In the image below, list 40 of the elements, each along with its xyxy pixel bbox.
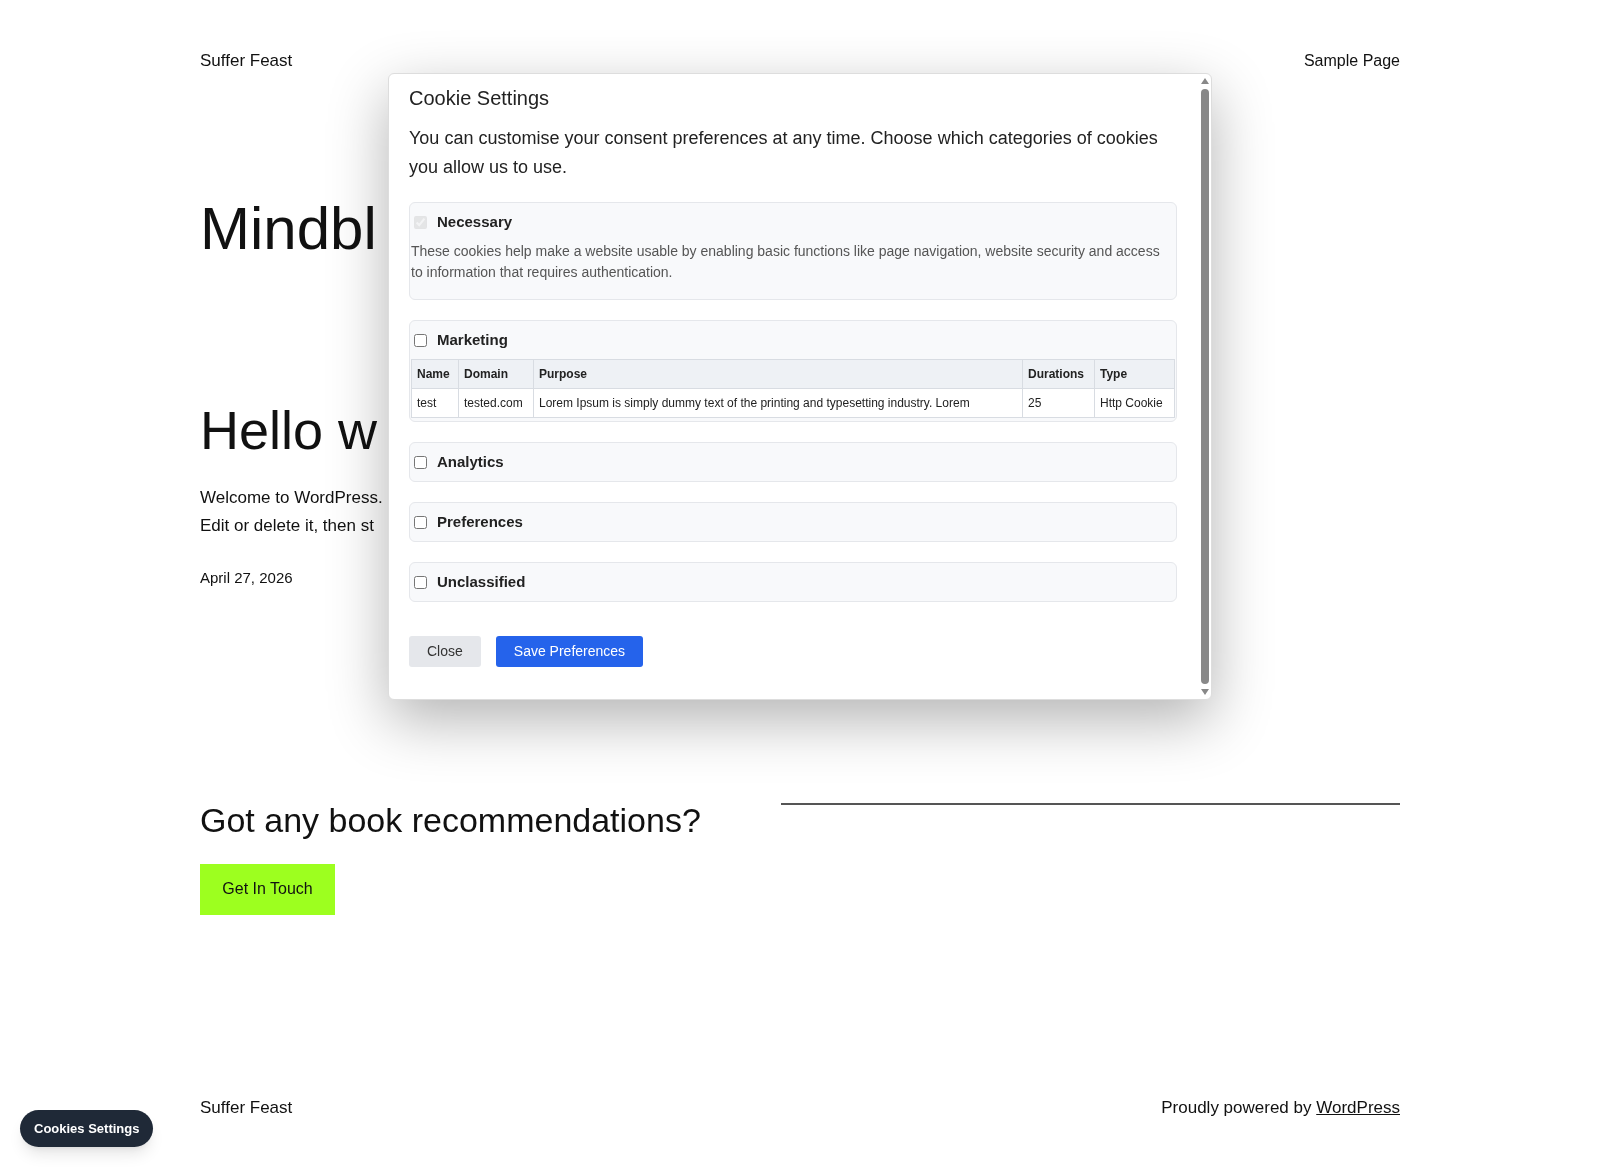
category-description: These cookies help make a website usable by enabling basic functions like page navigation, website security and access to information that requires authentication.: [410, 242, 1161, 282]
category-checkbox[interactable]: [414, 575, 427, 589]
table-header: Name: [411, 359, 459, 389]
close-button[interactable]: Close: [409, 636, 481, 667]
post-date: April 27, 2026: [200, 568, 293, 588]
dialog-description: You can customise your consent preferences at any time. Choose which categories of cookies you allow us to use.: [409, 127, 1159, 179]
post-excerpt-line: Welcome to WordPress.: [200, 487, 383, 509]
cookies-settings-button[interactable]: Cookies Settings: [20, 1110, 154, 1147]
footer-site-title[interactable]: Suffer Feast: [200, 1094, 293, 1120]
save-button[interactable]: Save Preferences: [495, 636, 644, 667]
table-cell: test: [411, 388, 459, 418]
dialog-title: Cookie Settings: [409, 86, 551, 111]
table-cell: Lorem Ipsum is simply dummy text of the printing and typesetting industry. Lorem: [533, 388, 1023, 418]
category-name: Analytics: [437, 451, 504, 472]
table-cell: 25: [1022, 388, 1095, 418]
scroll-up-arrow-icon[interactable]: [1200, 77, 1210, 85]
site-title[interactable]: Suffer Feast: [200, 48, 293, 74]
nav-link[interactable]: Sample Page: [1303, 49, 1400, 73]
category-name: Marketing: [437, 329, 508, 350]
table-cell: Http Cookie: [1094, 388, 1175, 418]
page-heading: Mindbl: [200, 194, 377, 264]
category-checkbox[interactable]: [414, 333, 427, 347]
post-title[interactable]: Hello w: [200, 398, 378, 462]
get-in-touch-button[interactable]: Get In Touch: [200, 863, 335, 915]
table-header: Type: [1094, 359, 1175, 389]
table-cell: tested.com: [458, 388, 534, 418]
category-name: Necessary: [437, 211, 513, 232]
scroll-down-arrow-icon[interactable]: [1200, 688, 1210, 696]
category-checkbox[interactable]: [414, 455, 427, 469]
scrollbar-thumb[interactable]: [1201, 89, 1209, 684]
category-checkbox[interactable]: [414, 515, 427, 529]
wordpress-link[interactable]: WordPress: [1316, 1097, 1400, 1117]
category-name: Preferences: [437, 511, 523, 532]
table-header: Domain: [458, 359, 534, 389]
category-name: Unclassified: [437, 571, 526, 592]
cta-heading: Got any book recommendations?: [200, 799, 701, 841]
table-header: Durations: [1022, 359, 1095, 389]
credit-text: Proudly powered by WordPress: [1161, 1096, 1400, 1119]
table-header: Purpose: [533, 359, 1023, 389]
post-excerpt-line: Edit or delete it, then st: [200, 515, 374, 537]
